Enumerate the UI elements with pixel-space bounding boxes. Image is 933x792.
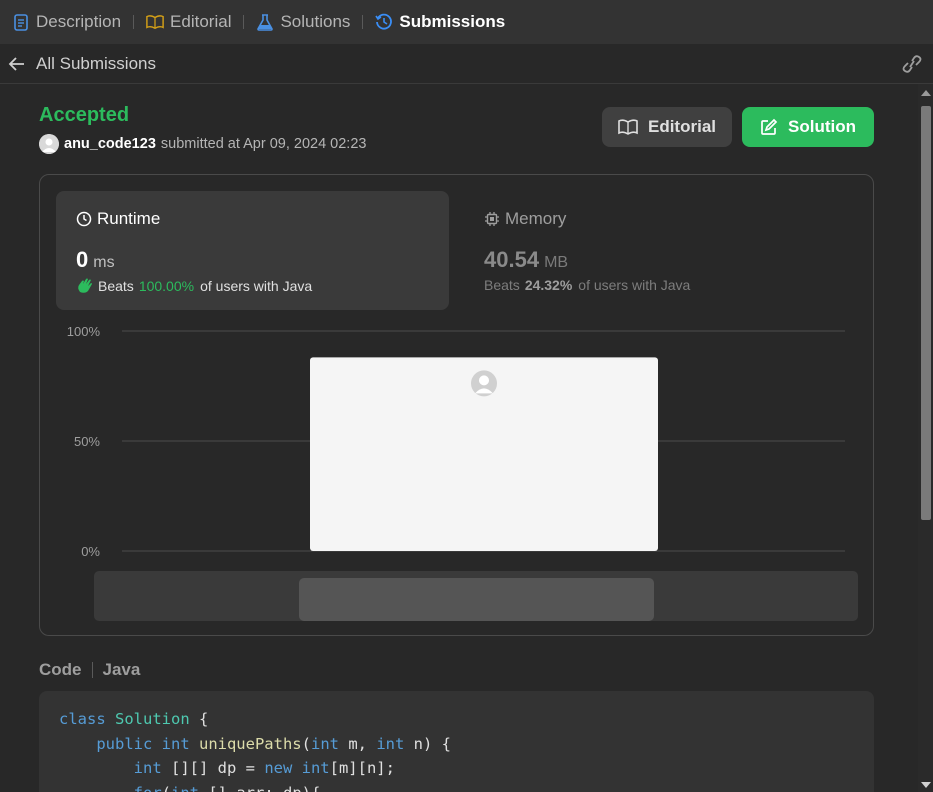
scroll-down-arrow[interactable] <box>921 782 931 788</box>
code-token: int <box>59 759 171 777</box>
tab-solutions[interactable]: Solutions <box>256 0 350 44</box>
code-token: [][] dp = <box>170 759 265 777</box>
code-token: { <box>189 710 209 728</box>
code-token: int <box>161 734 199 753</box>
code-token: for <box>59 784 162 792</box>
code-line: public int uniquePaths(int m, int n) { <box>59 732 854 757</box>
memory-number: 40.54 <box>484 247 540 272</box>
runtime-beats-label: Beats <box>98 278 134 294</box>
code-token: [m][n]; <box>329 759 395 777</box>
code-label-divider <box>91 662 93 678</box>
description-icon <box>12 13 30 31</box>
tab-submissions-label: Submissions <box>399 12 506 31</box>
tab-description[interactable]: Description <box>12 0 121 44</box>
code-token: int <box>171 784 199 792</box>
runtime-distribution-chart: 100% 50% 0% <box>67 324 858 621</box>
tab-divider <box>133 15 135 29</box>
memory-beats: Beats 24.32% of users with Java <box>484 277 690 293</box>
memory-stat[interactable]: Memory 40.54 MB Beats 24.32% of users wi… <box>468 191 861 310</box>
runtime-beats: Beats 100.00% of users with Java <box>76 277 312 295</box>
submission-subheader: All Submissions <box>0 44 933 84</box>
tab-editorial[interactable]: Editorial <box>146 0 231 44</box>
code-token: new <box>264 759 302 777</box>
memory-beats-suffix: of users with Java <box>578 277 691 293</box>
tab-description-label: Description <box>36 12 122 31</box>
chart-user-avatar-head <box>479 375 489 386</box>
clock-icon <box>76 211 92 227</box>
tab-divider <box>362 15 364 29</box>
code-token: public <box>59 734 162 753</box>
code-token: int <box>310 734 339 753</box>
runtime-stat[interactable]: Runtime 0 ms Beats 100.00% of users with… <box>56 191 449 310</box>
code-token: uniquePaths <box>198 734 302 753</box>
all-submissions-back-button[interactable]: All Submissions <box>8 54 156 74</box>
runtime-beats-suffix: of users with Java <box>200 278 313 294</box>
edit-icon <box>761 118 778 135</box>
history-icon <box>375 13 393 31</box>
book-icon <box>146 13 164 31</box>
submitter-username[interactable]: anu_code123 <box>64 136 156 152</box>
runtime-number: 0 <box>76 247 89 272</box>
tab-submissions[interactable]: Submissions <box>375 0 505 44</box>
code-token: int <box>376 734 405 753</box>
memory-title: Memory <box>484 209 566 229</box>
submission-status: Accepted <box>39 104 130 126</box>
editorial-button-label: Editorial <box>647 117 716 136</box>
code-token: n) { <box>404 734 451 753</box>
submission-meta: anu_code123 submitted at Apr 09, 2024 02… <box>39 134 366 154</box>
memory-value: 40.54 MB <box>484 247 568 273</box>
submitted-at-text: submitted at Apr 09, 2024 02:23 <box>160 136 367 152</box>
code-token: int <box>301 759 330 777</box>
code-token: ( <box>162 784 171 792</box>
avatar[interactable] <box>39 134 59 154</box>
memory-beats-percent: 24.32% <box>524 277 573 293</box>
chart-y-tick-label: 0% <box>81 544 100 559</box>
problem-tab-bar: Description Editorial Solutions Submissi… <box>0 0 933 44</box>
scrollbar-thumb[interactable] <box>921 106 931 520</box>
submission-detail-panel: Accepted anu_code123 submitted at Apr 09… <box>0 84 918 792</box>
solution-button[interactable]: Solution <box>742 107 874 147</box>
chart-y-tick-label: 50% <box>74 434 100 449</box>
arrow-left-icon <box>8 56 24 71</box>
link-icon[interactable] <box>901 54 923 74</box>
performance-card: Runtime 0 ms Beats 100.00% of users with… <box>39 174 874 636</box>
tab-divider <box>243 15 245 29</box>
all-submissions-label: All Submissions <box>36 53 156 73</box>
editorial-button[interactable]: Editorial <box>602 107 732 147</box>
code-token: ( <box>301 734 311 753</box>
scroll-up-arrow[interactable] <box>921 90 931 96</box>
runtime-title: Runtime <box>76 209 160 229</box>
tab-editorial-label: Editorial <box>170 12 232 31</box>
runtime-value: 0 ms <box>76 247 115 273</box>
code-line: for(int [] arr: dp){ <box>59 781 854 792</box>
code-label: Code <box>39 660 82 679</box>
tab-solutions-label: Solutions <box>280 12 351 31</box>
runtime-unit: ms <box>93 254 115 271</box>
code-line: int [][] dp = new int[m][n]; <box>59 756 854 781</box>
memory-unit: MB <box>544 254 569 271</box>
code-token: [] arr: dp){ <box>199 784 320 792</box>
memory-title-label: Memory <box>505 209 567 228</box>
code-line: class Solution { <box>59 707 854 732</box>
clap-icon <box>78 278 92 293</box>
solution-button-label: Solution <box>788 117 856 136</box>
runtime-beats-percent: 100.00% <box>138 278 195 294</box>
flask-icon <box>256 13 274 31</box>
memory-beats-label: Beats <box>484 277 520 293</box>
code-section-header: Code Java <box>39 660 140 680</box>
book-icon <box>618 119 638 135</box>
code-token: Solution <box>115 710 190 728</box>
chip-icon <box>485 212 499 226</box>
code-token: m, <box>338 734 377 753</box>
chart-y-tick-label: 100% <box>67 324 101 339</box>
chart-range-handle <box>299 578 654 621</box>
code-language: Java <box>102 660 141 679</box>
code-block[interactable]: class Solution { public int uniquePaths(… <box>39 691 874 792</box>
runtime-title-label: Runtime <box>97 209 161 228</box>
vertical-scrollbar[interactable] <box>918 84 933 792</box>
code-token: class <box>59 710 115 728</box>
